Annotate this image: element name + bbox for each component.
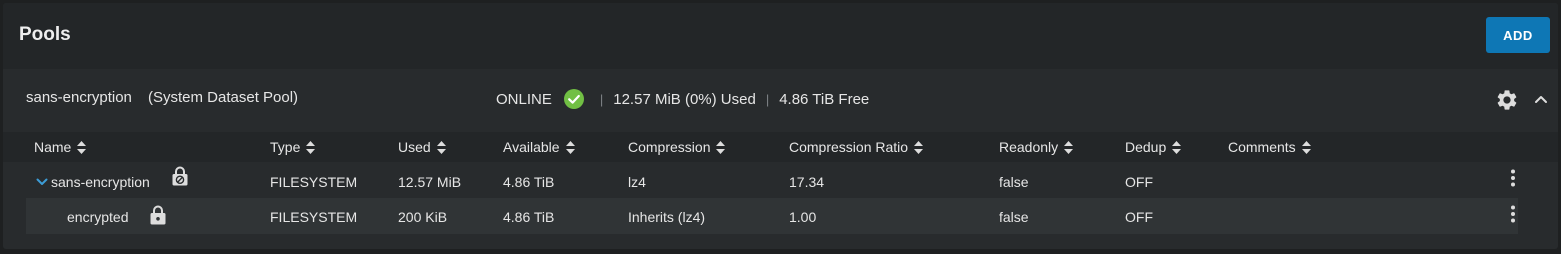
- column-label: Type: [270, 139, 301, 155]
- sort-icon: [914, 140, 924, 154]
- more-vert-icon[interactable]: [1510, 169, 1516, 187]
- unlocked-disabled-lock-icon: [172, 166, 188, 186]
- column-used[interactable]: Used: [398, 139, 446, 155]
- sort-icon: [77, 140, 87, 154]
- dataset-available: 4.86 TiB: [503, 174, 555, 190]
- dataset-type: FILESYSTEM: [270, 174, 358, 190]
- column-dedup[interactable]: Dedup: [1125, 139, 1182, 155]
- dataset-name: sans-encryption: [51, 174, 150, 190]
- pools-header: Pools ADD: [3, 3, 1558, 69]
- column-label: Comments: [1228, 139, 1296, 155]
- dataset-compression-ratio: 17.34: [789, 174, 825, 190]
- sort-icon: [716, 140, 726, 154]
- column-label: Compression Ratio: [789, 139, 909, 155]
- column-label: Dedup: [1125, 139, 1167, 155]
- dataset-type: FILESYSTEM: [270, 209, 358, 225]
- pool-description: (System Dataset Pool): [148, 89, 299, 106]
- column-label: Readonly: [999, 139, 1059, 155]
- column-label: Compression: [628, 139, 711, 155]
- more-vert-icon[interactable]: [1510, 205, 1516, 223]
- column-label: Available: [503, 139, 560, 155]
- sort-icon: [306, 140, 316, 154]
- sort-icon: [565, 140, 575, 154]
- check-circle-icon: [563, 89, 584, 109]
- chevron-up-icon[interactable]: [1533, 91, 1549, 107]
- separator: |: [765, 91, 770, 107]
- pool-free: 4.86 TiB Free: [779, 90, 870, 108]
- dataset-compression: lz4: [628, 174, 646, 190]
- pools-card: Pools ADD sans-encryption (System Datase…: [3, 3, 1558, 249]
- dataset-readonly: false: [999, 174, 1029, 190]
- dataset-used: 12.57 MiB: [398, 174, 462, 190]
- column-type[interactable]: Type: [270, 139, 316, 155]
- column-compression-ratio[interactable]: Compression Ratio: [789, 139, 924, 155]
- separator: |: [599, 91, 604, 107]
- table-row[interactable]: encrypted FILESYSTEM 200 KiB 4.86 TiB In…: [26, 198, 1518, 234]
- pool-summary: sans-encryption (System Dataset Pool) ON…: [3, 69, 1558, 131]
- dataset-available: 4.86 TiB: [503, 209, 555, 225]
- column-compression[interactable]: Compression: [628, 139, 726, 155]
- pool-name: sans-encryption: [26, 89, 132, 106]
- dataset-used: 200 KiB: [398, 209, 448, 225]
- pool-status: ONLINE: [496, 90, 552, 108]
- pool-used: 12.57 MiB (0%) Used: [613, 90, 756, 108]
- column-available[interactable]: Available: [503, 139, 575, 155]
- dataset-readonly: false: [999, 209, 1029, 225]
- page-title: Pools: [19, 24, 71, 45]
- column-readonly[interactable]: Readonly: [999, 139, 1074, 155]
- sort-icon: [1301, 140, 1311, 154]
- table-row[interactable]: sans-encryption FILESYSTEM 12.57 MiB 4.8…: [26, 163, 1518, 199]
- dataset-dedup: OFF: [1125, 209, 1153, 225]
- lock-icon: [150, 205, 166, 225]
- chevron-down-icon[interactable]: [36, 177, 48, 187]
- column-label: Used: [398, 139, 431, 155]
- column-name[interactable]: Name: [34, 139, 87, 155]
- pool-stats: ONLINE | 12.57 MiB (0%) Used | 4.86 TiB …: [496, 88, 869, 110]
- column-comments[interactable]: Comments: [1228, 139, 1311, 155]
- sort-icon: [436, 140, 446, 154]
- sort-icon: [1172, 140, 1182, 154]
- gear-icon[interactable]: [1495, 88, 1519, 112]
- dataset-compression-ratio: 1.00: [789, 209, 817, 225]
- table-header: Name Type Used Available Compression Com…: [3, 132, 1558, 162]
- dataset-dedup: OFF: [1125, 174, 1153, 190]
- dataset-name: encrypted: [67, 209, 129, 225]
- sort-icon: [1064, 140, 1074, 154]
- dataset-compression: Inherits (lz4): [628, 209, 706, 225]
- add-pool-button[interactable]: ADD: [1486, 17, 1550, 53]
- column-label: Name: [34, 139, 72, 155]
